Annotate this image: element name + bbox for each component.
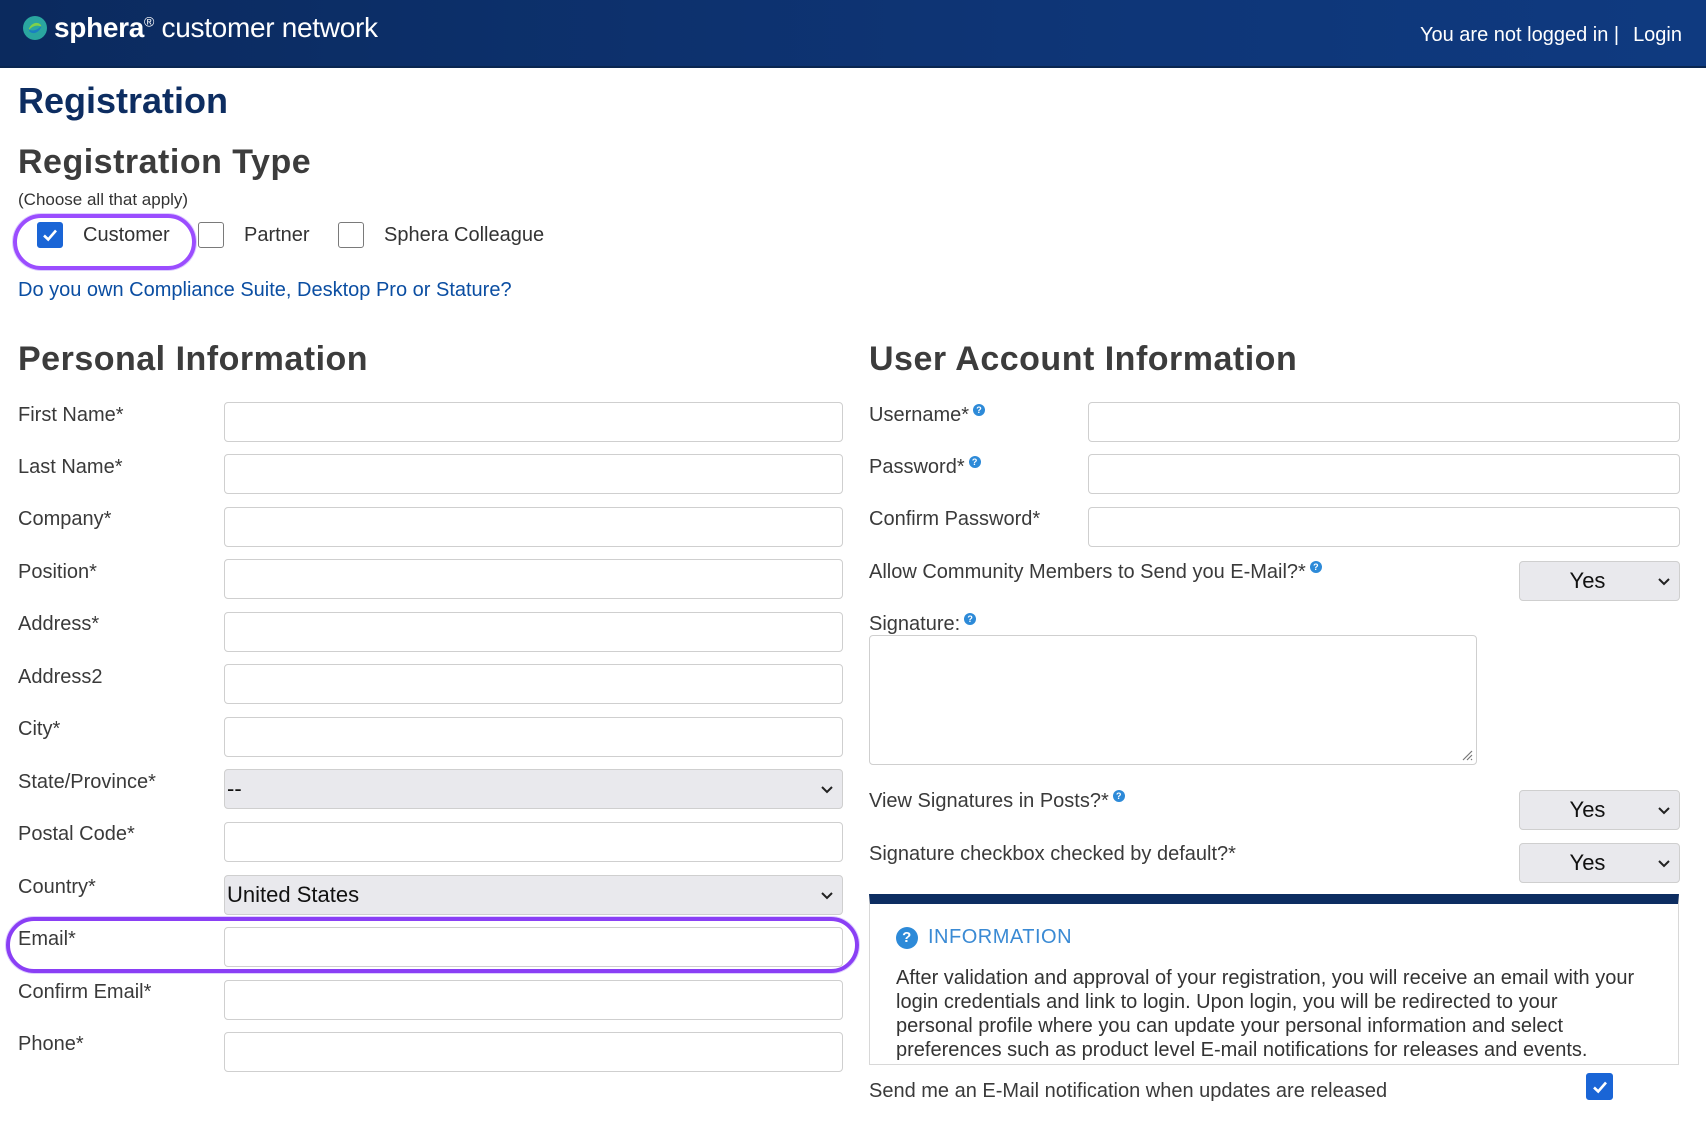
- company-label: Company*: [18, 508, 112, 530]
- phone-input[interactable]: [224, 1032, 843, 1072]
- view-signatures-select-value: Yes: [1569, 797, 1606, 822]
- partner-checkbox[interactable]: [198, 222, 224, 248]
- personal-info-heading: Personal Information: [18, 340, 369, 378]
- country-label: Country*: [18, 876, 96, 898]
- signature-label: Signature:?: [869, 613, 977, 636]
- position-label: Position*: [18, 561, 97, 583]
- signature-default-select-value: Yes: [1569, 850, 1606, 875]
- resize-grip-icon[interactable]: [1461, 749, 1473, 761]
- chevron-down-icon: [821, 786, 833, 794]
- confirm-password-input[interactable]: [1088, 507, 1680, 547]
- sphera-logo-icon: [23, 16, 47, 40]
- sphera-colleague-label: Sphera Colleague: [384, 223, 545, 246]
- confirm-password-label: Confirm Password*: [869, 508, 1041, 530]
- username-input[interactable]: [1088, 402, 1680, 442]
- information-title: ? INFORMATION: [896, 926, 1072, 949]
- confirm-email-input[interactable]: [224, 980, 843, 1020]
- chevron-down-icon: [1658, 860, 1670, 868]
- last-name-input[interactable]: [224, 454, 843, 494]
- registration-type-heading: Registration Type: [18, 143, 312, 181]
- help-icon[interactable]: ?: [964, 613, 977, 626]
- chevron-down-icon: [1658, 578, 1670, 586]
- city-input[interactable]: [224, 717, 843, 757]
- user-account-heading: User Account Information: [869, 340, 1298, 378]
- country-select[interactable]: United States: [224, 875, 843, 915]
- chevron-down-icon: [1658, 807, 1670, 815]
- checkmark-icon: [1592, 1081, 1607, 1093]
- sphera-colleague-option[interactable]: Sphera Colleague: [338, 222, 544, 248]
- address2-label: Address2: [18, 666, 103, 688]
- address2-input[interactable]: [224, 664, 843, 704]
- first-name-label: First Name*: [18, 404, 124, 426]
- postal-code-label: Postal Code*: [18, 823, 135, 845]
- login-status-text: You are not logged in |: [1420, 24, 1620, 46]
- page-title: Registration: [18, 80, 229, 121]
- state-label: State/Province*: [18, 771, 156, 793]
- postal-code-input[interactable]: [224, 822, 843, 862]
- confirm-email-label: Confirm Email*: [18, 981, 152, 1003]
- signature-textarea[interactable]: [869, 635, 1477, 765]
- last-name-label: Last Name*: [18, 456, 123, 478]
- logo-suffix: customer network: [161, 12, 378, 43]
- information-panel: ? INFORMATION After validation and appro…: [869, 894, 1679, 1065]
- username-label: Username*?: [869, 404, 986, 427]
- help-icon[interactable]: ?: [1112, 790, 1125, 803]
- login-link[interactable]: Login: [1633, 24, 1682, 47]
- password-input[interactable]: [1088, 454, 1680, 494]
- address-input[interactable]: [224, 612, 843, 652]
- view-signatures-label: View Signatures in Posts?*?: [869, 790, 1125, 813]
- phone-label: Phone*: [18, 1033, 84, 1055]
- compliance-suite-link[interactable]: Do you own Compliance Suite, Desktop Pro…: [18, 279, 512, 302]
- address-label: Address*: [18, 613, 100, 635]
- information-text: After validation and approval of your re…: [896, 967, 1635, 1061]
- sphera-colleague-checkbox[interactable]: [338, 222, 364, 248]
- city-label: City*: [18, 718, 61, 740]
- update-notification-checkbox[interactable]: [1586, 1073, 1613, 1100]
- sphera-logo[interactable]: sphera® customer network: [22, 12, 378, 44]
- registration-type-hint: (Choose all that apply): [18, 190, 189, 209]
- state-select[interactable]: --: [224, 769, 843, 809]
- help-icon[interactable]: ?: [973, 404, 986, 417]
- signature-default-select[interactable]: Yes: [1519, 843, 1680, 883]
- state-select-value: --: [227, 776, 242, 801]
- allow-email-label: Allow Community Members to Send you E-Ma…: [869, 561, 1322, 584]
- logo-brand: sphera: [54, 12, 145, 43]
- login-status: You are not logged in | Login: [1420, 24, 1682, 47]
- top-header: sphera® customer network You are not log…: [0, 0, 1706, 68]
- signature-default-label: Signature checkbox checked by default?*: [869, 843, 1236, 865]
- partner-option[interactable]: Partner: [198, 222, 310, 248]
- question-circle-icon: ?: [896, 926, 918, 949]
- company-input[interactable]: [224, 507, 843, 547]
- first-name-input[interactable]: [224, 402, 843, 442]
- customer-highlight-outline: [13, 214, 196, 270]
- password-label: Password*?: [869, 456, 981, 479]
- position-input[interactable]: [224, 559, 843, 599]
- help-icon[interactable]: ?: [1309, 561, 1322, 574]
- country-select-value: United States: [227, 882, 360, 907]
- help-icon[interactable]: ?: [968, 456, 981, 469]
- allow-email-select-value: Yes: [1569, 568, 1606, 593]
- allow-email-select[interactable]: Yes: [1519, 561, 1680, 601]
- view-signatures-select[interactable]: Yes: [1519, 790, 1680, 830]
- email-highlight-outline: [6, 917, 859, 973]
- partner-label: Partner: [244, 223, 310, 246]
- update-notification-label: Send me an E-Mail notification when upda…: [869, 1080, 1388, 1102]
- chevron-down-icon: [821, 892, 833, 900]
